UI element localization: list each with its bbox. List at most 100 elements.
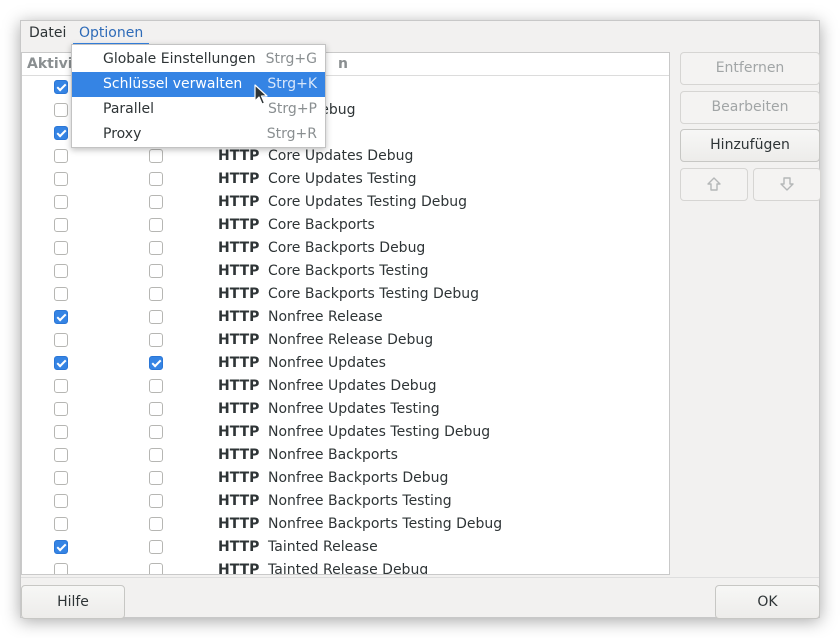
table-row[interactable]: HTTP Core Updates Debug bbox=[22, 145, 669, 168]
protocol-label: HTTP bbox=[218, 286, 260, 302]
active-checkbox[interactable] bbox=[54, 149, 68, 163]
active-checkbox[interactable] bbox=[54, 287, 68, 301]
active-checkbox[interactable] bbox=[54, 264, 68, 278]
menu-item-parallel[interactable]: Parallel Strg+P bbox=[72, 97, 325, 122]
protocol-label: HTTP bbox=[218, 539, 260, 555]
ok-button[interactable]: OK bbox=[715, 585, 820, 619]
menu-optionen[interactable]: Optionen bbox=[73, 21, 150, 45]
active-checkbox[interactable] bbox=[54, 333, 68, 347]
table-row[interactable]: HTTP Nonfree Backports Testing Debug bbox=[22, 513, 669, 536]
table-row[interactable]: HTTP Core Updates Testing bbox=[22, 168, 669, 191]
table-row[interactable]: HTTP Core Backports Debug bbox=[22, 237, 669, 260]
source-checkbox[interactable] bbox=[149, 425, 163, 439]
table-body: leaselease DebugdatesHTTPCore Updates De… bbox=[22, 76, 669, 575]
active-checkbox[interactable] bbox=[54, 379, 68, 393]
table-row[interactable]: HTTP Tainted Release Debug bbox=[22, 559, 669, 575]
column-header-name[interactable]: n bbox=[338, 53, 348, 75]
help-button[interactable]: Hilfe bbox=[21, 585, 125, 619]
menu-item-globale-einstellungen[interactable]: Globale Einstellungen Strg+G bbox=[72, 47, 325, 72]
repository-name: Tainted Release bbox=[268, 539, 378, 555]
protocol-label: HTTP bbox=[218, 217, 260, 233]
source-checkbox[interactable] bbox=[149, 471, 163, 485]
table-row[interactable]: HTTP Core Backports Testing Debug bbox=[22, 283, 669, 306]
source-checkbox[interactable] bbox=[149, 379, 163, 393]
repository-name: Core Updates Testing bbox=[268, 171, 417, 187]
active-checkbox[interactable] bbox=[54, 356, 68, 370]
repository-name: Nonfree Updates Testing Debug bbox=[268, 424, 491, 440]
table-row[interactable]: HTTP Core Updates Testing Debug bbox=[22, 191, 669, 214]
source-checkbox[interactable] bbox=[149, 448, 163, 462]
table-row[interactable]: HTTP Nonfree Updates Testing Debug bbox=[22, 421, 669, 444]
protocol-label: HTTP bbox=[218, 148, 260, 164]
table-row[interactable]: HTTP Tainted Release bbox=[22, 536, 669, 559]
source-checkbox[interactable] bbox=[149, 172, 163, 186]
source-checkbox[interactable] bbox=[149, 333, 163, 347]
protocol-label: HTTP bbox=[218, 194, 260, 210]
source-checkbox[interactable] bbox=[149, 195, 163, 209]
remove-button[interactable]: Entfernen bbox=[680, 52, 820, 85]
repository-name: Nonfree Backports Testing bbox=[268, 493, 452, 509]
edit-button[interactable]: Bearbeiten bbox=[680, 91, 820, 124]
repository-name: Tainted Release Debug bbox=[268, 562, 429, 575]
menu-item-label: Parallel bbox=[103, 101, 155, 117]
table-row[interactable]: HTTP Nonfree Updates bbox=[22, 352, 669, 375]
active-checkbox[interactable] bbox=[54, 310, 68, 324]
active-checkbox[interactable] bbox=[54, 540, 68, 554]
table-row[interactable]: HTTP Nonfree Backports Debug bbox=[22, 467, 669, 490]
table-row[interactable]: HTTP Nonfree Release Debug bbox=[22, 329, 669, 352]
table-row[interactable]: HTTP Nonfree Updates Debug bbox=[22, 375, 669, 398]
active-checkbox[interactable] bbox=[54, 471, 68, 485]
menu-datei[interactable]: Datei bbox=[23, 21, 72, 45]
move-down-button[interactable] bbox=[753, 168, 821, 201]
repository-name: Nonfree Release bbox=[268, 309, 383, 325]
table-row[interactable]: HTTP Nonfree Backports bbox=[22, 444, 669, 467]
source-checkbox[interactable] bbox=[149, 356, 163, 370]
source-checkbox[interactable] bbox=[149, 402, 163, 416]
protocol-label: HTTP bbox=[218, 562, 260, 575]
menu-item-label: Schlüssel verwalten bbox=[103, 76, 243, 92]
arrow-up-icon bbox=[707, 177, 721, 191]
repository-name: Nonfree Backports Testing Debug bbox=[268, 516, 503, 532]
active-checkbox[interactable] bbox=[54, 126, 68, 140]
protocol-label: HTTP bbox=[218, 378, 260, 394]
protocol-label: HTTP bbox=[218, 401, 260, 417]
protocol-label: HTTP bbox=[218, 355, 260, 371]
active-checkbox[interactable] bbox=[54, 494, 68, 508]
active-checkbox[interactable] bbox=[54, 241, 68, 255]
source-checkbox[interactable] bbox=[149, 218, 163, 232]
active-checkbox[interactable] bbox=[54, 402, 68, 416]
active-checkbox[interactable] bbox=[54, 425, 68, 439]
active-checkbox[interactable] bbox=[54, 563, 68, 574]
source-checkbox[interactable] bbox=[149, 149, 163, 163]
menubar: Datei Optionen bbox=[21, 21, 819, 45]
menu-item-schlüssel-verwalten[interactable]: Schlüssel verwalten Strg+K bbox=[72, 72, 325, 97]
repository-name: Core Updates Debug bbox=[268, 148, 414, 164]
active-checkbox[interactable] bbox=[54, 448, 68, 462]
menu-item-proxy[interactable]: Proxy Strg+R bbox=[72, 122, 325, 147]
source-checkbox[interactable] bbox=[149, 563, 163, 574]
active-checkbox[interactable] bbox=[54, 195, 68, 209]
source-checkbox[interactable] bbox=[149, 517, 163, 531]
table-row[interactable]: HTTP Core Backports Testing bbox=[22, 260, 669, 283]
source-checkbox[interactable] bbox=[149, 494, 163, 508]
protocol-label: HTTP bbox=[218, 516, 260, 532]
options-dropdown-menu: Globale Einstellungen Strg+G Schlüssel ver… bbox=[71, 44, 326, 148]
table-row[interactable]: HTTP Core Backports bbox=[22, 214, 669, 237]
add-button[interactable]: Hinzufügen bbox=[680, 129, 820, 162]
active-checkbox[interactable] bbox=[54, 218, 68, 232]
source-checkbox[interactable] bbox=[149, 310, 163, 324]
source-checkbox[interactable] bbox=[149, 241, 163, 255]
move-up-button[interactable] bbox=[680, 168, 748, 201]
source-checkbox[interactable] bbox=[149, 540, 163, 554]
source-checkbox[interactable] bbox=[149, 287, 163, 301]
active-checkbox[interactable] bbox=[54, 103, 68, 117]
table-row[interactable]: HTTP Nonfree Backports Testing bbox=[22, 490, 669, 513]
source-checkbox[interactable] bbox=[149, 264, 163, 278]
table-row[interactable]: HTTP Nonfree Release bbox=[22, 306, 669, 329]
table-row[interactable]: HTTP Nonfree Updates Testing bbox=[22, 398, 669, 421]
active-checkbox[interactable] bbox=[54, 517, 68, 531]
repository-name: Core Backports Testing Debug bbox=[268, 286, 479, 302]
active-checkbox[interactable] bbox=[54, 80, 68, 94]
column-header-active[interactable]: Aktivi bbox=[27, 53, 73, 75]
active-checkbox[interactable] bbox=[54, 172, 68, 186]
